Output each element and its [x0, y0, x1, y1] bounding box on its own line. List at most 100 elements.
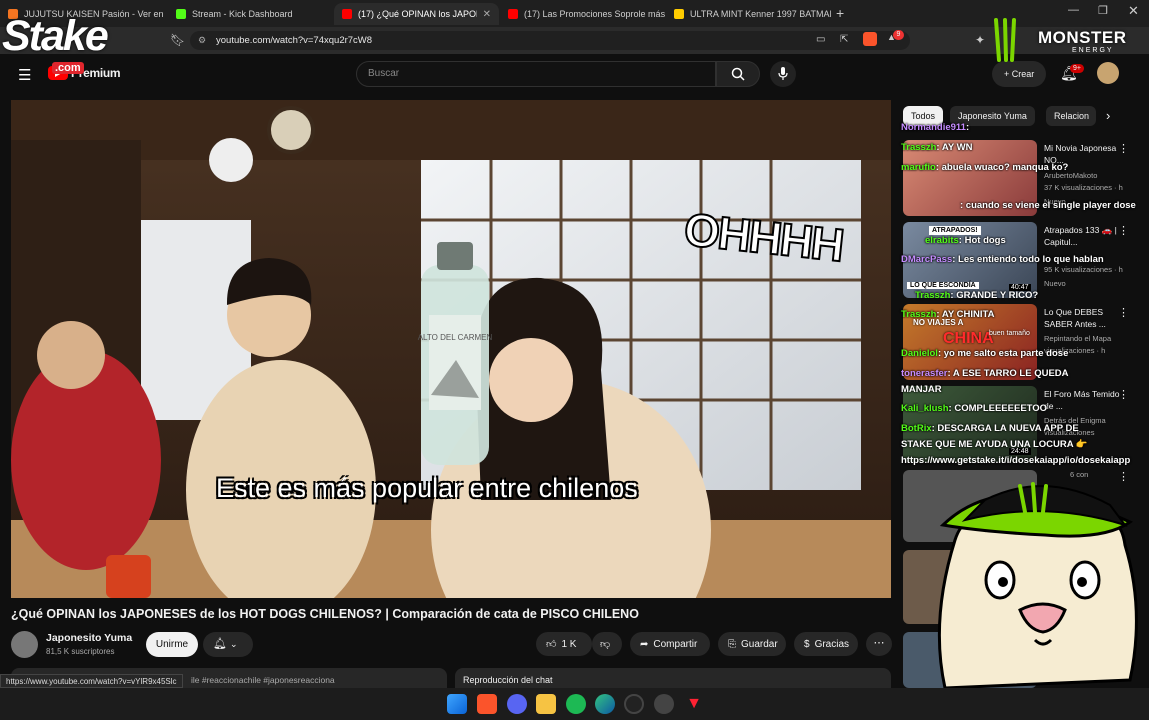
- edge-icon[interactable]: [595, 694, 615, 714]
- chat-message: marufio: abuela wuaco? manqua ko?: [901, 162, 1068, 173]
- search-input[interactable]: Buscar: [356, 61, 716, 87]
- spotify-icon[interactable]: [566, 694, 586, 714]
- chat-text: : Hot dogs: [958, 235, 1006, 246]
- rec-menu-icon[interactable]: ⋮: [1118, 388, 1129, 401]
- monster-claw-logo: [993, 18, 1021, 62]
- chat-message: https://www.getstake.it/i/dosekaiapp/io/…: [901, 455, 1149, 466]
- chat-replay-panel[interactable]: Reproducción del chat: [455, 668, 891, 688]
- share-arrow-icon: ➦: [640, 638, 649, 650]
- share-label: Compartir: [653, 638, 698, 650]
- search-icon: [731, 67, 745, 81]
- rec-menu-icon[interactable]: ⋮: [1118, 224, 1129, 237]
- search-button[interactable]: [716, 61, 760, 87]
- dislike-button[interactable]: 👎︎: [592, 632, 622, 656]
- chat-text: : yo me salto esta parte dose: [937, 348, 1069, 359]
- rec-menu-icon[interactable]: ⋮: [1118, 306, 1129, 319]
- minimize-button[interactable]: —: [1068, 4, 1079, 16]
- chat-username: Trasszh: [915, 290, 951, 301]
- description-hashtags: ile #reaccionachile #japonesreacciona: [191, 675, 335, 685]
- url-field[interactable]: ⚙ youtube.com/watch?v=74xqu2r7cW8: [190, 31, 910, 50]
- tab-kick-dashboard[interactable]: Stream - Kick Dashboard: [168, 3, 333, 25]
- browser-tab-bar: JUJUTSU KAISEN Pasión - Ver en Crunchyro…: [0, 0, 1149, 27]
- chat-username: elrabits: [925, 235, 959, 246]
- subscriber-count: 81,5 K suscriptores: [46, 647, 115, 656]
- obs-icon[interactable]: [624, 694, 644, 714]
- url-text: youtube.com/watch?v=74xqu2r7cW8: [216, 35, 373, 46]
- like-button[interactable]: 👍︎ 1 K: [536, 632, 592, 656]
- rec-views: 37 K visualizaciones · h: [1044, 183, 1123, 192]
- thumbs-up-icon: 👍︎: [546, 639, 557, 650]
- channel-avatar[interactable]: [11, 631, 38, 658]
- chat-message: STAKE QUE ME AYUDA UNA LOCURA 👉: [901, 439, 1088, 450]
- chat-message: Trasszh: GRANDE Y RICO?: [915, 290, 1038, 301]
- steam-icon[interactable]: [654, 694, 674, 714]
- chat-message: Trasszh: AY CHINITA: [901, 309, 994, 320]
- youtube-icon: [508, 9, 518, 19]
- bookmark-icon: ⎘: [728, 638, 736, 650]
- stake-com-label: .com: [52, 62, 84, 74]
- cast-icon[interactable]: ▭: [816, 34, 825, 45]
- user-avatar[interactable]: [1097, 62, 1119, 84]
- kick-icon: [176, 9, 186, 19]
- chip-related[interactable]: Relacion: [1046, 106, 1096, 126]
- voice-search-button[interactable]: [770, 61, 796, 87]
- site-settings-icon[interactable]: ⚙: [198, 31, 206, 50]
- discord-icon[interactable]: [507, 694, 527, 714]
- maximize-button[interactable]: ❐: [1098, 4, 1108, 17]
- chat-text: STAKE QUE ME AYUDA UNA LOCURA 👉: [901, 439, 1088, 450]
- chat-username: Trasszh: [901, 309, 937, 320]
- chat-message: BotRix: DESCARGA LA NUEVA APP DE: [901, 423, 1079, 434]
- thumb-overlay-text: ATRAPADOS!: [929, 226, 981, 235]
- channel-name[interactable]: Japonesito Yuma: [46, 632, 132, 644]
- tab-youtube-soprole[interactable]: (17) Las Promociones Soprole más Ra: [500, 3, 665, 25]
- chevron-down-icon: ⌄: [230, 639, 238, 649]
- tab-batman[interactable]: ULTRA MINT Kenner 1997 BATMAN &: [666, 3, 831, 25]
- thanks-button[interactable]: $ Gracias: [794, 632, 858, 656]
- monster-energy-text: ENERGY: [1072, 47, 1114, 54]
- chat-message: DMarcPass: Les entiendo todo lo que habl…: [901, 254, 1104, 265]
- subscribe-bell-button[interactable]: 🔔︎ ⌄: [203, 632, 253, 657]
- chat-text: : AY CHINITA: [936, 309, 995, 320]
- close-window-button[interactable]: ✕: [1128, 3, 1139, 19]
- brave-browser-icon[interactable]: [477, 694, 497, 714]
- chat-username: Kali_klush: [901, 403, 949, 414]
- windows-start-icon[interactable]: [447, 694, 467, 714]
- chat-message: elrabits: Hot dogs: [925, 235, 1006, 246]
- video-frame: ALTO DEL CARMEN: [11, 100, 891, 598]
- more-options-button[interactable]: ⋯: [866, 632, 892, 656]
- share-icon[interactable]: ⇱: [840, 34, 848, 45]
- tab-youtube-active[interactable]: (17) ¿Qué OPINAN los JAPONESES ✕: [334, 3, 499, 25]
- video-player[interactable]: ALTO DEL CARMEN OHHHH Este es más popula…: [11, 100, 891, 598]
- youtube-icon: [342, 9, 352, 19]
- video-title: ¿Qué OPINAN los JAPONESES de los HOT DOG…: [11, 607, 639, 621]
- chat-text: : COMPLEEEEEETOO: [948, 403, 1048, 414]
- notification-count-badge: 9+: [1070, 64, 1084, 73]
- new-tab-button[interactable]: +: [836, 5, 844, 21]
- create-button[interactable]: + Crear: [992, 61, 1046, 87]
- brave-shield-icon[interactable]: [863, 32, 877, 46]
- save-label: Guardar: [741, 638, 778, 650]
- menu-icon[interactable]: ☰: [18, 66, 31, 84]
- tab-title: Stream - Kick Dashboard: [192, 9, 293, 19]
- extensions-icon[interactable]: ✦: [975, 33, 985, 47]
- chat-username: DMarcPass: [901, 254, 953, 265]
- chat-text: :: [965, 122, 970, 133]
- save-button[interactable]: ⎘ Guardar: [718, 632, 786, 656]
- bookmark-icon[interactable]: 🔖︎: [170, 33, 185, 47]
- tab-title: (17) Las Promociones Soprole más Ra: [524, 9, 665, 19]
- share-button[interactable]: ➦ Compartir: [630, 632, 710, 656]
- rec-menu-icon[interactable]: ⋮: [1118, 142, 1129, 155]
- file-explorer-icon[interactable]: [536, 694, 556, 714]
- thumb-overlay-text: buen tamaño: [989, 330, 1030, 337]
- join-button[interactable]: Unirme: [146, 632, 198, 657]
- chat-message: : cuando se viene el single player dose: [960, 200, 1136, 211]
- valorant-icon[interactable]: ▼: [684, 694, 704, 714]
- chat-text: : abuela wuaco? manqua ko?: [935, 162, 1069, 173]
- rec-new-badge: Nuevo: [1044, 279, 1066, 288]
- chevron-right-icon[interactable]: ›: [1106, 108, 1110, 123]
- thumb-overlay-text: CHINA: [943, 330, 994, 347]
- close-tab-icon[interactable]: ✕: [483, 9, 491, 20]
- site-icon: [674, 9, 684, 19]
- tab-title: ULTRA MINT Kenner 1997 BATMAN &: [690, 9, 831, 19]
- chat-text: MANJAR: [901, 384, 942, 395]
